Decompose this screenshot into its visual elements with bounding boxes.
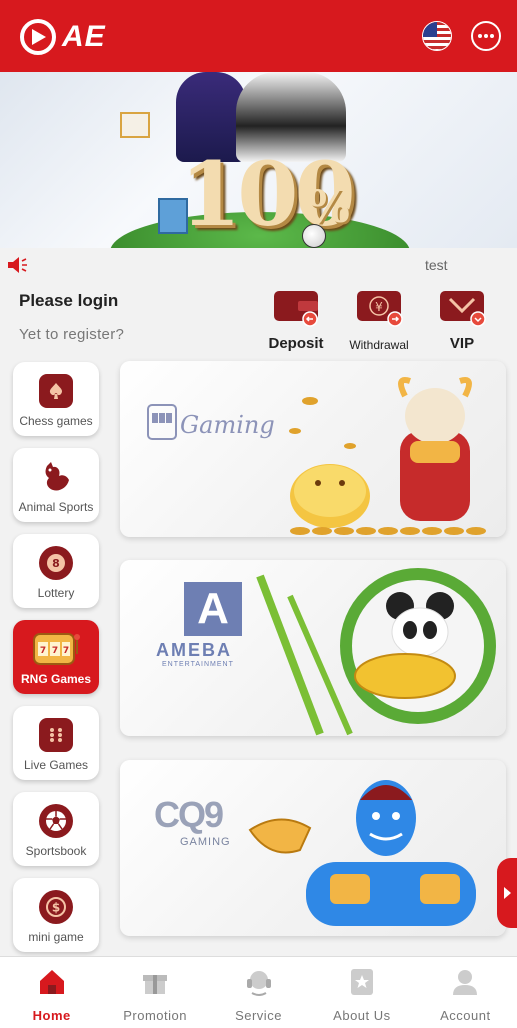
provider-tagline: GAMING [180, 836, 231, 848]
wallet-deposit-icon [274, 291, 318, 327]
ae-gaming-logo: Gaming [146, 397, 275, 452]
tab-service[interactable]: Service [207, 957, 310, 1028]
gift-box-icon [120, 112, 150, 138]
star-badge-icon [350, 969, 373, 995]
top-header: AE [0, 0, 517, 72]
category-label: mini game [28, 930, 84, 944]
provider-name: CQ9 [154, 794, 224, 835]
tab-label: About Us [333, 1008, 391, 1023]
tab-label: Service [235, 1008, 282, 1023]
category-label: Lottery [37, 586, 75, 600]
provider-card-ae-gaming[interactable]: Gaming [120, 361, 506, 537]
category-label: RNG Games [20, 672, 92, 686]
spade-card-icon [39, 374, 73, 408]
rooster-icon [39, 460, 73, 494]
ameba-logo: A AMEBA ENTERTAINMENT [156, 582, 242, 668]
svg-text:$: $ [52, 901, 60, 915]
category-lottery[interactable]: 8 Lottery [13, 534, 99, 608]
svg-text:7: 7 [52, 646, 58, 656]
category-label: Animal Sports [18, 500, 94, 514]
yen-withdrawal-icon: ¥ [357, 291, 403, 327]
tab-label: Account [440, 1008, 491, 1023]
soccer-ball-icon [302, 224, 326, 248]
category-live-games[interactable]: Live Games [13, 706, 99, 780]
svg-text:¥: ¥ [375, 300, 383, 314]
tab-label: Promotion [123, 1008, 187, 1023]
bottom-tab-bar: Home Promotion Service About Us Account [0, 956, 517, 1028]
provider-tagline: ENTERTAINMENT [162, 661, 234, 668]
fortune-ox-artwork [289, 377, 486, 535]
category-label: Chess games [19, 414, 93, 428]
svg-text:7: 7 [63, 646, 69, 656]
tab-home[interactable]: Home [0, 957, 103, 1028]
chevron-right-icon [504, 887, 511, 899]
deposit-button[interactable]: Deposit [251, 289, 341, 352]
genie-artwork [248, 780, 476, 926]
slot-machine-icon: 777 [30, 632, 82, 666]
withdrawal-label: Withdrawal [349, 338, 409, 352]
us-flag-icon[interactable] [422, 21, 452, 51]
ae-logo-icon [20, 19, 56, 55]
category-mini-game[interactable]: $ mini game [13, 878, 99, 952]
svg-text:7: 7 [40, 646, 46, 656]
svg-text:8: 8 [52, 557, 60, 570]
category-rng-games[interactable]: 777 RNG Games [13, 620, 99, 694]
gift-icon [143, 975, 168, 994]
lottery-ball-icon: 8 [39, 546, 73, 580]
panda-artwork [256, 568, 496, 736]
ae-logo[interactable]: AE [18, 16, 106, 58]
soccer-ball-icon [39, 804, 73, 838]
user-icon [453, 970, 478, 995]
register-link[interactable]: Yet to register? [19, 326, 124, 343]
headset-icon [246, 971, 271, 996]
promo-banner[interactable]: 100 % [0, 72, 517, 248]
notice-bar[interactable]: test [0, 248, 517, 282]
deposit-label: Deposit [268, 335, 324, 352]
tab-about-us[interactable]: About Us [310, 957, 413, 1028]
logo-text: AE [62, 20, 106, 53]
notice-text: test [425, 257, 448, 273]
ameba-logo-mark: A [184, 582, 242, 636]
provider-card-cq9[interactable]: CQ9 GAMING [120, 760, 506, 936]
provider-name: AMEBA [156, 640, 232, 660]
dice-icon [39, 718, 73, 752]
dollar-coin-icon: $ [39, 890, 73, 924]
speaker-icon [8, 257, 27, 273]
tab-account[interactable]: Account [414, 957, 517, 1028]
withdrawal-button[interactable]: ¥ Withdrawal [334, 289, 424, 352]
side-drawer-toggle[interactable] [497, 858, 517, 928]
category-label: Sportsbook [25, 844, 87, 858]
provider-card-ameba[interactable]: A AMEBA ENTERTAINMENT [120, 560, 506, 736]
vip-crown-icon [440, 291, 486, 327]
chat-bubble-icon[interactable] [471, 21, 501, 51]
category-chess-games[interactable]: Chess games [13, 362, 99, 436]
cq9-logo: CQ9 GAMING [154, 794, 231, 848]
login-prompt[interactable]: Please login [19, 291, 118, 311]
vip-label: VIP [449, 335, 475, 352]
category-sportsbook[interactable]: Sportsbook [13, 792, 99, 866]
category-label: Live Games [23, 758, 89, 772]
category-animal-sports[interactable]: Animal Sports [13, 448, 99, 522]
tab-promotion[interactable]: Promotion [103, 957, 206, 1028]
home-icon [39, 970, 64, 994]
tab-label: Home [32, 1008, 71, 1023]
vip-button[interactable]: VIP [417, 289, 507, 352]
